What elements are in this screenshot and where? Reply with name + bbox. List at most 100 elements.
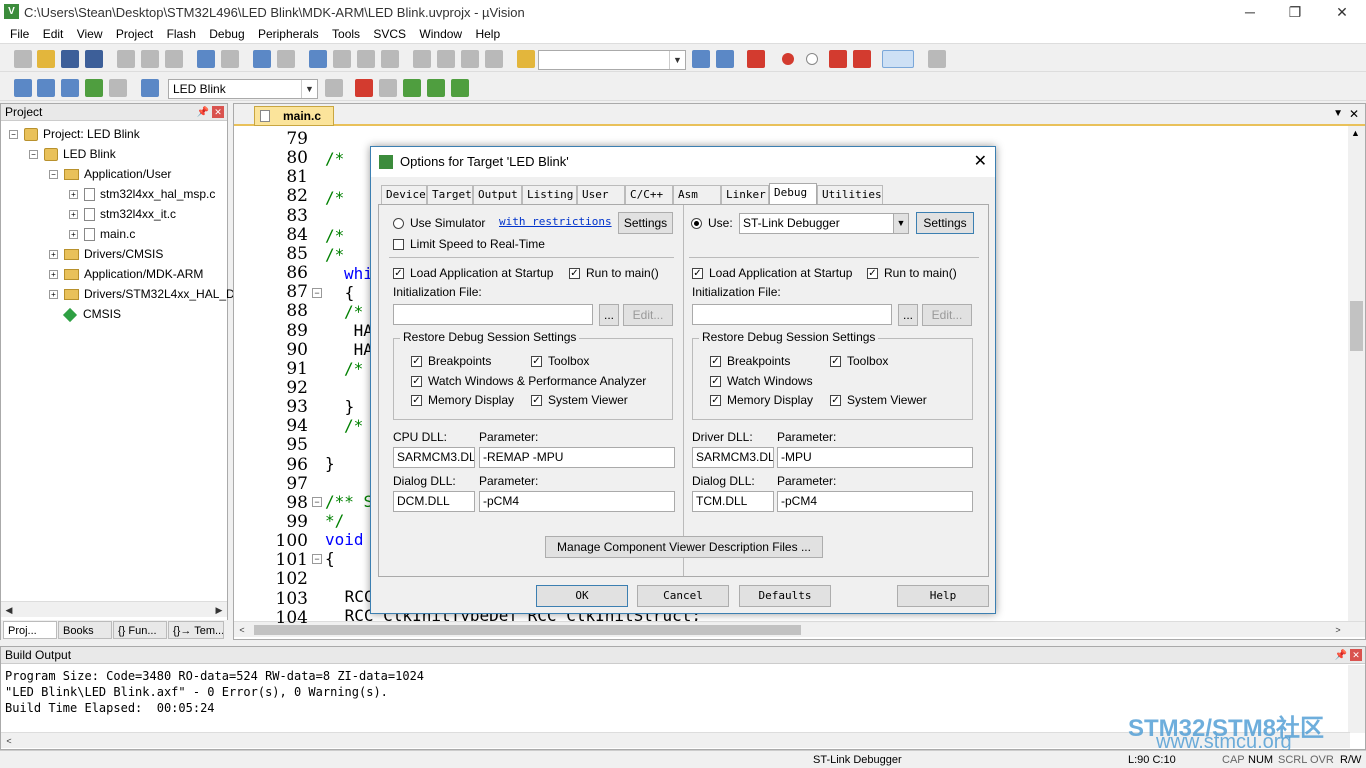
code-line[interactable]: /* — [325, 188, 344, 207]
close-icon[interactable]: ✕ — [1349, 107, 1359, 121]
save-all-icon[interactable] — [85, 50, 103, 68]
cut-icon[interactable] — [117, 50, 135, 68]
code-line[interactable]: /* — [325, 226, 344, 245]
dialog-close-button[interactable]: ✕ — [974, 147, 987, 177]
menu-help[interactable]: Help — [465, 24, 500, 44]
paste-icon[interactable] — [165, 50, 183, 68]
code-line[interactable]: /** S — [325, 492, 373, 511]
edit-init-file-button[interactable]: Edit... — [922, 304, 972, 326]
tab-project[interactable]: Proj... — [3, 621, 57, 639]
editor-hscroll[interactable]: < > — [234, 621, 1365, 637]
tree-cmsis[interactable]: CMSIS — [62, 305, 121, 323]
edit-init-file-button[interactable]: Edit... — [623, 304, 673, 326]
tree-file[interactable]: + main.c — [69, 225, 135, 243]
build-vscroll[interactable] — [1348, 665, 1365, 733]
fold-icon[interactable]: − — [312, 288, 322, 298]
tab-functions[interactable]: {} Fun... — [113, 621, 167, 639]
menu-tools[interactable]: Tools — [322, 24, 360, 44]
enable-breakpoint-icon[interactable] — [806, 53, 818, 65]
collapse-icon[interactable]: − — [9, 130, 18, 140]
browse-init-file-button[interactable]: ... — [599, 304, 619, 326]
expand-icon[interactable]: + — [49, 250, 58, 260]
driver-dll-input[interactable]: SARMCM3.DLL — [692, 447, 774, 468]
tab-books[interactable]: Books — [58, 621, 112, 639]
tab-device[interactable]: Device — [381, 185, 427, 204]
code-line[interactable]: RCC — [335, 587, 374, 606]
menu-flash[interactable]: Flash — [157, 24, 196, 44]
code-line[interactable]: /* — [344, 302, 363, 321]
expand-icon[interactable]: + — [69, 210, 78, 220]
debugger-settings-button[interactable]: Settings — [916, 212, 974, 234]
incremental-find-icon[interactable] — [716, 50, 734, 68]
help-button[interactable]: Help — [897, 585, 989, 607]
tree-group-application-user[interactable]: − Application/User — [49, 165, 171, 183]
target-select[interactable]: LED Blink ▼ — [168, 79, 318, 99]
clear-bookmarks-icon[interactable] — [381, 50, 399, 68]
init-file-input[interactable] — [692, 304, 892, 325]
menu-edit[interactable]: Edit — [33, 24, 64, 44]
minimize-icon[interactable]: ─ — [1238, 2, 1262, 22]
batch-build-icon[interactable] — [85, 79, 103, 97]
pack-update-icon[interactable] — [451, 79, 469, 97]
comment-icon[interactable] — [461, 50, 479, 68]
code-line[interactable]: HA — [344, 321, 373, 340]
use-simulator-radio[interactable]: Use Simulator — [393, 215, 485, 231]
navigate-forward-icon[interactable] — [277, 50, 295, 68]
save-icon[interactable] — [61, 50, 79, 68]
breakpoints-checkbox[interactable]: ✓ Breakpoints — [710, 353, 790, 369]
tab-listing[interactable]: Listing — [522, 185, 577, 204]
code-line[interactable]: /* — [325, 245, 344, 264]
load-app-checkbox[interactable]: ✓ Load Application at Startup — [692, 265, 852, 281]
tab-output[interactable]: Output — [473, 185, 522, 204]
dialog-param-input[interactable]: -pCM4 — [777, 491, 973, 512]
system-viewer-checkbox[interactable]: ✓ System Viewer — [830, 392, 927, 408]
project-hscroll[interactable]: ◀ ▶ — [1, 601, 227, 617]
close-icon[interactable]: ✕ — [1330, 2, 1354, 22]
kill-breakpoints-icon[interactable] — [853, 50, 871, 68]
tab-templates[interactable]: {}→ Tem... — [168, 621, 224, 639]
code-line[interactable]: HA — [344, 340, 373, 359]
tree-project-root[interactable]: − Project: LED Blink — [9, 125, 140, 143]
configure-icon[interactable] — [928, 50, 946, 68]
collapse-icon[interactable]: − — [49, 170, 58, 180]
scroll-thumb[interactable] — [254, 625, 801, 635]
window-layout-icon[interactable] — [882, 50, 914, 68]
scroll-right-icon[interactable]: ▶ — [211, 602, 227, 618]
expand-icon[interactable]: + — [69, 190, 78, 200]
tab-target[interactable]: Target — [427, 185, 473, 204]
code-line[interactable]: */ — [325, 511, 344, 530]
code-line[interactable]: { — [335, 283, 355, 302]
load-app-checkbox[interactable]: ✓ Load Application at Startup — [393, 265, 553, 281]
code-line[interactable]: /* — [325, 149, 344, 168]
copy-icon[interactable] — [141, 50, 159, 68]
limit-speed-checkbox[interactable]: Limit Speed to Real-Time — [393, 236, 545, 252]
tab-list-icon[interactable]: ▼ — [1333, 108, 1343, 119]
init-file-input[interactable] — [393, 304, 593, 325]
scroll-left-icon[interactable]: ◀ — [1, 602, 17, 618]
fold-icon[interactable]: − — [312, 554, 322, 564]
menu-svcs[interactable]: SVCS — [363, 24, 406, 44]
undo-icon[interactable] — [197, 50, 215, 68]
menu-project[interactable]: Project — [106, 24, 153, 44]
dialog-param-input[interactable]: -pCM4 — [479, 491, 675, 512]
editor-vscroll[interactable]: ▲ — [1348, 126, 1365, 621]
expand-icon[interactable]: + — [69, 230, 78, 240]
dialog-dll-input[interactable]: TCM.DLL — [692, 491, 774, 512]
scroll-thumb[interactable] — [1350, 301, 1363, 351]
pack-installer-icon[interactable] — [427, 79, 445, 97]
tree-group[interactable]: + Drivers/STM32L4xx_HAL_D — [49, 285, 235, 303]
disable-breakpoints-icon[interactable] — [829, 50, 847, 68]
tree-file[interactable]: + stm32l4xx_hal_msp.c — [69, 185, 215, 203]
with-restrictions-link[interactable]: with restrictions — [499, 214, 612, 230]
code-line[interactable]: } — [325, 454, 335, 473]
expand-icon[interactable]: + — [49, 270, 58, 280]
prev-bookmark-icon[interactable] — [333, 50, 351, 68]
run-to-main-checkbox[interactable]: ✓ Run to main() — [867, 265, 957, 281]
tab-utilities[interactable]: Utilities — [817, 185, 883, 204]
redo-icon[interactable] — [221, 50, 239, 68]
code-line[interactable]: whi — [344, 264, 373, 283]
system-viewer-checkbox[interactable]: ✓ System Viewer — [531, 392, 628, 408]
restore-icon[interactable]: ❐ — [1283, 2, 1307, 22]
scroll-up-icon[interactable]: ▲ — [1351, 128, 1360, 138]
code-line[interactable]: void — [325, 530, 364, 549]
